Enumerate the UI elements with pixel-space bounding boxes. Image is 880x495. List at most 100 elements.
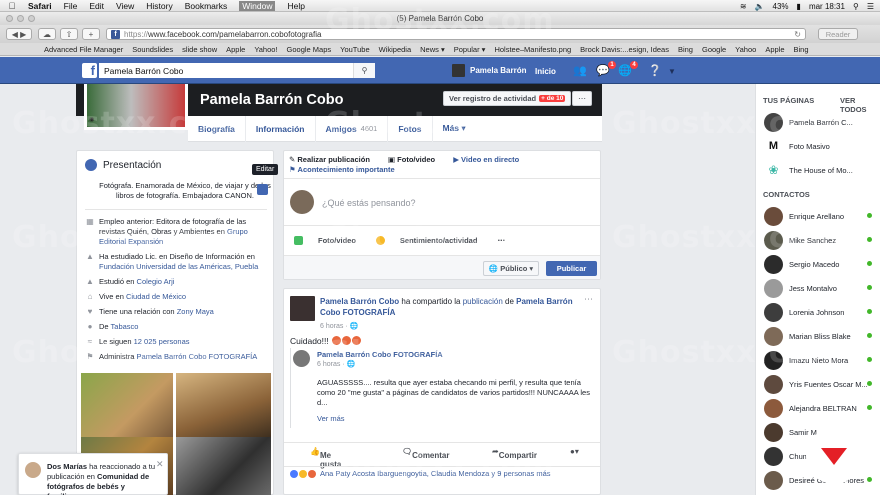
intro-row-link[interactable]: Ciudad de México xyxy=(126,292,186,301)
tab-more[interactable]: Más ▾ xyxy=(433,116,476,142)
contact-item[interactable]: Lorenia Johnson xyxy=(764,302,880,322)
composer-tab-live[interactable]: ▶ Video en directo xyxy=(453,155,527,164)
see-more-link[interactable]: Ver más xyxy=(317,414,345,423)
post-author[interactable]: Pamela Barrón Cobo xyxy=(320,297,399,306)
bookmark-item[interactable]: Bing xyxy=(678,45,693,54)
post-object-link[interactable]: publicación xyxy=(463,297,503,306)
menu-edit[interactable]: Edit xyxy=(89,1,104,11)
icloud-tabs-icon[interactable]: ☁ xyxy=(38,28,56,40)
photo-thumbnail[interactable] xyxy=(176,437,271,495)
messages-icon[interactable]: 💬 1 xyxy=(596,61,616,77)
menu-bookmarks[interactable]: Bookmarks xyxy=(185,1,228,11)
activity-log-button[interactable]: Ver registro de actividad + de 10 xyxy=(443,91,571,106)
privacy-selector[interactable]: 🌐 Público ▾ xyxy=(483,261,539,276)
intro-row-link[interactable]: Colegio Arji xyxy=(137,277,175,286)
publish-button[interactable]: Publicar xyxy=(546,261,597,276)
intro-row-link[interactable]: Fundación Universidad de las Américas, P… xyxy=(99,262,258,271)
contact-item[interactable]: Yris Fuentes Oscar M... xyxy=(764,374,880,394)
reload-icon[interactable]: ↻ xyxy=(794,30,801,39)
bookmark-item[interactable]: Bing xyxy=(794,45,809,54)
bookmark-item[interactable]: Google Maps xyxy=(287,45,332,54)
tab-friends[interactable]: Amigos 4601 xyxy=(316,115,389,142)
photo-video-button[interactable]: Foto/video xyxy=(294,235,356,245)
shared-author[interactable]: Pamela Barrón Cobo FOTOGRAFÍA xyxy=(317,350,443,359)
menu-safari[interactable]: Safari xyxy=(28,1,52,11)
reader-button[interactable]: Reader xyxy=(818,28,858,40)
comment-button[interactable]: 🗨 Comentar xyxy=(402,447,450,460)
wifi-icon[interactable]: ≋ xyxy=(740,2,747,11)
bookmark-item[interactable]: Brock Davis:...esign, Ideas xyxy=(580,45,669,54)
like-button[interactable]: 👍 Me gusta xyxy=(310,447,341,469)
composer-input-area[interactable]: ¿Qué estás pensando? xyxy=(284,178,600,226)
menu-view[interactable]: View xyxy=(116,1,134,11)
facebook-logo-icon[interactable]: f xyxy=(82,63,97,78)
page-item[interactable]: M Foto Masivo xyxy=(764,136,880,156)
share-icon[interactable]: ⇧ xyxy=(60,28,78,40)
photo-thumbnail[interactable] xyxy=(81,373,173,437)
bookmark-item[interactable]: Yahoo xyxy=(735,45,756,54)
feeling-activity-button[interactable]: Sentimiento/actividad xyxy=(375,235,477,245)
tab-photos[interactable]: Fotos xyxy=(388,115,433,142)
bookmark-item[interactable]: Advanced File Manager xyxy=(44,45,123,54)
tab-about[interactable]: Información xyxy=(246,115,316,142)
intro-row-link[interactable]: Tabasco xyxy=(111,322,139,331)
bookmark-item[interactable]: Apple xyxy=(765,45,784,54)
audience-selector-chevron-down-icon[interactable]: ●▾ xyxy=(570,447,579,456)
close-icon[interactable]: ✕ xyxy=(156,459,164,470)
menu-file[interactable]: File xyxy=(64,1,78,11)
avatar[interactable] xyxy=(290,296,315,321)
composer-tab-event[interactable]: ⚑ Acontecimiento importante xyxy=(289,165,403,174)
menu-history[interactable]: History xyxy=(146,1,172,11)
bookmark-item[interactable]: News ▾ xyxy=(420,45,445,54)
post-timestamp[interactable]: 6 horas · 🌐 xyxy=(320,322,358,330)
contact-item[interactable]: Alejandra BELTRAN xyxy=(764,398,880,418)
bookmark-item[interactable]: Soundslides xyxy=(132,45,173,54)
bookmark-item[interactable]: Holstee–Manifesto.png xyxy=(494,45,571,54)
tab-timeline[interactable]: Biografía xyxy=(188,115,246,142)
reactions-summary[interactable]: Ana Paty Acosta Ibarguengoytia, Claudia … xyxy=(284,466,600,480)
share-button[interactable]: ➦ Compartir xyxy=(492,447,537,460)
edit-pencil-icon[interactable] xyxy=(257,184,268,195)
battery-icon[interactable]: ▮ xyxy=(797,2,801,11)
notification-toast[interactable]: Dos Marías ha reaccionado a tu publicaci… xyxy=(18,453,168,495)
bookmark-item[interactable]: slide show xyxy=(182,45,217,54)
zoom-window-icon[interactable] xyxy=(28,15,35,22)
address-bar[interactable]: f https:// www.facebook.com/pamelabarron… xyxy=(106,28,806,40)
account-menu-chevron-down-icon[interactable]: ▼ xyxy=(668,67,676,76)
contact-item[interactable]: Marian Bliss Blake xyxy=(764,326,880,346)
notifications-icon[interactable]: 🌐 4 xyxy=(618,61,638,77)
bookmark-item[interactable]: YouTube xyxy=(340,45,369,54)
page-item[interactable]: Pamela Barrón C... xyxy=(764,112,880,132)
close-window-icon[interactable] xyxy=(6,15,13,22)
spotlight-icon[interactable]: ⚲ xyxy=(853,2,859,11)
bookmark-item[interactable]: Apple xyxy=(226,45,245,54)
apple-icon[interactable]:  xyxy=(6,1,18,11)
profile-shortcut[interactable]: Pamela Barrón xyxy=(452,64,526,77)
intro-row-link[interactable]: Zony Maya xyxy=(177,307,214,316)
contact-item[interactable]: Enrique Arellano xyxy=(764,206,880,226)
composer-tab-photo[interactable]: ▣ Foto/video xyxy=(388,155,443,164)
intro-row-link[interactable]: Pamela Barrón Cobo FOTOGRAFÍA xyxy=(137,352,258,361)
volume-icon[interactable]: 🔈 xyxy=(755,2,765,11)
post-options-icon[interactable]: ⋯ xyxy=(584,294,593,305)
minimize-window-icon[interactable] xyxy=(17,15,24,22)
home-link[interactable]: Inicio xyxy=(535,67,556,76)
clock[interactable]: mar 18:31 xyxy=(809,2,845,11)
composer-tab-post[interactable]: ✎ Realizar publicación xyxy=(289,155,378,164)
fb-search-input[interactable]: Pamela Barrón Cobo ⚲ xyxy=(99,63,375,78)
contact-item[interactable]: Jess Montalvo xyxy=(764,278,880,298)
more-options-icon[interactable]: ⋯ xyxy=(572,91,592,106)
back-forward-button[interactable]: ◀ ▶ xyxy=(6,28,32,40)
search-icon[interactable]: ⚲ xyxy=(353,63,375,78)
composer-placeholder[interactable]: ¿Qué estás pensando? xyxy=(322,198,416,208)
add-icon[interactable]: + xyxy=(82,28,100,40)
intro-row-link[interactable]: 12 025 personas xyxy=(134,337,190,346)
bookmark-item[interactable]: Yahoo! xyxy=(254,45,277,54)
page-item[interactable]: ❀ The House of Mo... xyxy=(764,160,880,180)
friend-requests-icon[interactable]: 👥 xyxy=(573,64,587,77)
list-icon[interactable]: ☰ xyxy=(867,2,874,11)
profile-picture[interactable]: ◉ xyxy=(84,84,188,130)
more-options-icon[interactable]: ⋯ xyxy=(497,236,505,245)
contact-item[interactable]: Imazu Nieto Mora xyxy=(764,350,880,370)
bookmark-item[interactable]: Wikipedia xyxy=(379,45,412,54)
